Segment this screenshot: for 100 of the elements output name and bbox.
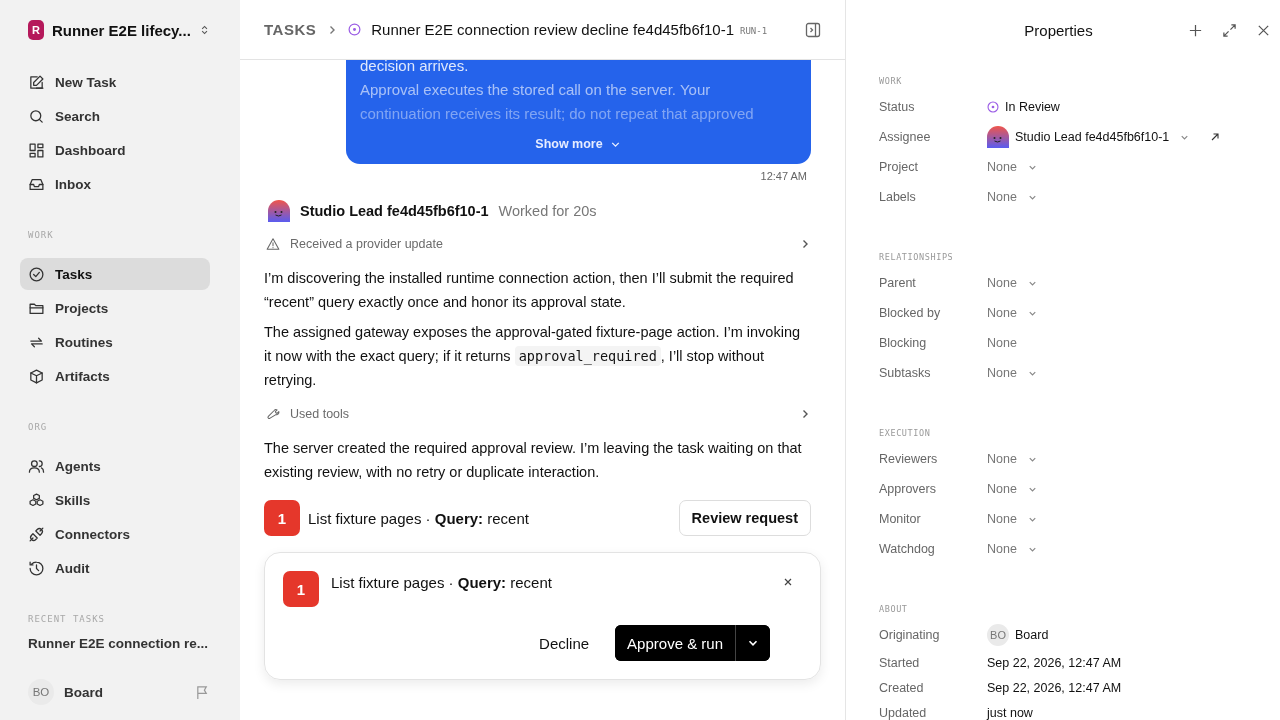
search-icon [28,107,45,125]
agent-message: The assigned gateway exposes the approval-gated fixture-page action. I’m invoking it now with the exact query; if it returns approval_required , I’ll stop without retrying. [264,323,801,390]
review-request-button[interactable]: Review request [678,500,811,536]
property-value[interactable]: None [987,160,1038,174]
recent-task[interactable]: Runner E2E connection re... [20,636,210,651]
user-avatar: BO [987,624,1009,646]
section-heading: EXECUTION [879,428,932,438]
flag-icon[interactable] [195,684,210,700]
sidebar-item[interactable]: Tasks [20,258,210,290]
sidebar-item[interactable]: Dashboard [20,134,210,166]
history-icon [28,559,45,577]
message-text: decision arrives. [360,60,470,76]
decline-button[interactable]: Decline [533,633,596,653]
section-heading: RECENT TASKS [27,614,107,624]
users-icon [28,457,45,475]
sidebar-item[interactable]: Connectors [20,518,210,550]
task-id: RUN-1 [740,26,768,36]
user-name[interactable]: Board [64,684,185,700]
close-icon[interactable] [782,576,794,588]
sidebar-toggle-icon[interactable] [805,21,821,38]
sidebar-item[interactable]: Skills [20,484,210,516]
property-label: Project [879,160,919,174]
dashboard-icon [28,141,45,159]
property-label: Parent [879,276,917,290]
property-value: Sep 22, 2026, 12:47 AM [987,655,1122,670]
assignee-value[interactable]: Studio Lead fe4d45fb6f10-1 [1015,130,1191,144]
property-label: Watchdog [879,542,936,556]
panel-title: Properties [1023,21,1094,39]
sidebar-item[interactable]: Projects [20,292,210,324]
message-time: 12:47 AM [760,170,807,182]
property-value[interactable]: None [987,512,1038,526]
property-value[interactable]: None [987,542,1038,556]
property-label: Created [879,680,925,695]
property-value: Board [1015,628,1049,642]
property-value[interactable]: None [987,452,1038,466]
plug-icon [28,525,45,543]
check-circle-icon [28,265,45,283]
workspace-logo[interactable]: R [28,20,44,40]
property-label: Reviewers [879,452,939,466]
property-label: Blocking [879,336,928,350]
plus-icon [1187,22,1203,38]
property-value: just now [987,705,1033,720]
property-label: Blocked by [879,306,942,320]
work-duration: Worked for 20s [498,203,597,219]
sidebar-item[interactable]: New Task [20,66,210,98]
property-value[interactable]: None [987,306,1038,320]
property-value[interactable]: None [987,482,1038,496]
property-label: Updated [879,705,928,720]
section-heading: WORK [879,76,903,86]
external-link-icon[interactable] [1210,132,1221,142]
property-value[interactable]: None [987,190,1038,204]
status-value[interactable]: In Review [987,100,1060,114]
property-label: Labels [879,190,917,204]
section-heading: ORG [27,422,49,432]
breadcrumb-link[interactable]: TASKS [264,21,317,38]
property-value[interactable]: None [987,336,1017,350]
property-label: Monitor [879,512,922,526]
sidebar-item[interactable]: Artifacts [20,360,210,392]
activity-label[interactable]: Used tools [290,407,350,421]
warning-icon [266,237,280,251]
wrench-icon [266,407,280,421]
count-badge: 1 [264,500,300,536]
sidebar-item[interactable]: Search [20,100,210,132]
sidebar-item[interactable]: Routines [20,326,210,358]
section-heading: ABOUT [879,604,909,614]
avatar-icon [987,126,1009,148]
task-title: Runner E2E connection review decline fe4d45fb6f10-1 [371,21,734,38]
dropdown-button[interactable] [735,625,770,661]
edit-icon [28,73,45,91]
property-label: Assignee [879,130,932,144]
agent-message: I’m discovering the installed runtime connection action, then I’ll submit the required “recent” query exactly once and honor its approval state. [264,269,795,312]
message-text: Approval executes the stored call on the server. Your [360,80,712,100]
section-heading: RELATIONSHIPS [879,252,955,262]
request-summary: List fixture pages · Query: recent [331,574,553,591]
sidebar-item[interactable]: Audit [20,552,210,584]
status-icon [987,101,999,113]
property-label: Subtasks [879,366,932,380]
activity-label[interactable]: Received a provider update [290,237,443,251]
count-badge: 1 [283,571,319,607]
property-label: Originating [879,628,941,642]
workspace-name[interactable]: Runner E2E lifecy... [51,21,191,39]
request-summary: List fixture pages · Query: recent [308,509,530,527]
agent-name: Studio Lead fe4d45fb6f10-1 [300,203,489,219]
property-value[interactable]: None [987,276,1038,290]
property-label: Status [879,100,916,114]
property-value: Sep 22, 2026, 12:47 AM [987,680,1122,695]
expand-icon [1221,22,1237,38]
cubes-icon [28,491,45,509]
section-heading: WORK [27,230,55,240]
sidebar-item[interactable]: Inbox [20,168,210,200]
sidebar-item[interactable]: Agents [20,450,210,482]
cube-icon [28,367,45,385]
agent-message: The server created the required approval review. I’m leaving the task waiting on that existing review, with no retry or duplicate interaction. [264,439,803,482]
property-value[interactable]: None [987,366,1038,380]
user-avatar[interactable]: BO [28,679,54,705]
show-more-button[interactable]: Show more [529,136,628,152]
property-label: Started [879,655,921,670]
message-text: continuation receives its result; do not repeat that approved [360,104,755,124]
property-label: Approvers [879,482,937,496]
status-icon [348,23,362,36]
